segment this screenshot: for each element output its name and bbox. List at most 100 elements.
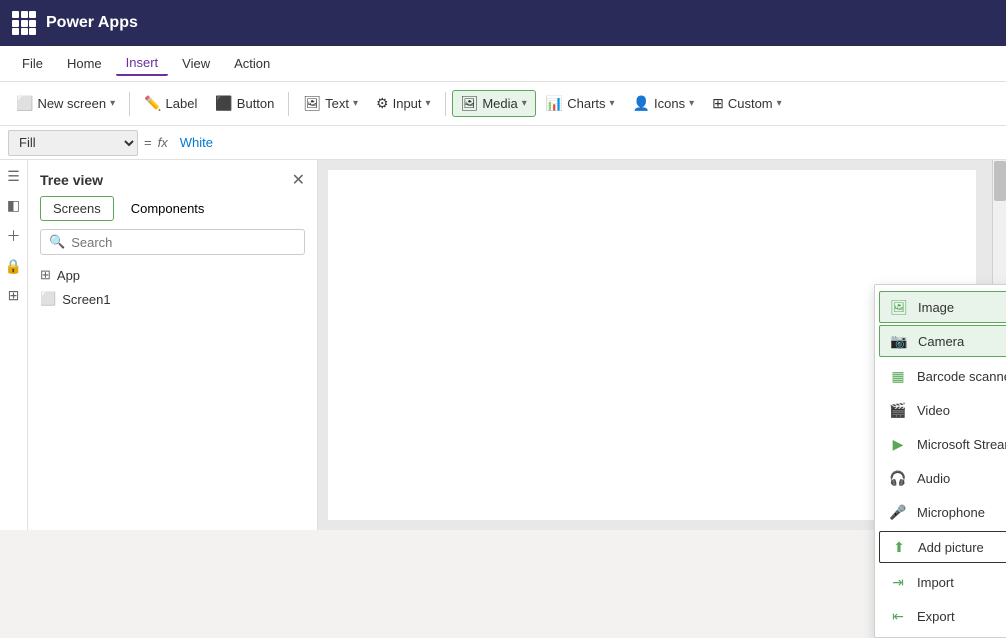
microphone-label: Microphone xyxy=(917,505,985,520)
menu-action[interactable]: Action xyxy=(224,52,280,75)
formula-bar: Fill = fx White xyxy=(0,126,1006,160)
dropdown-item-video[interactable]: 🎬 Video xyxy=(875,393,1006,427)
tree-item-app[interactable]: ⊞ App xyxy=(28,263,317,287)
app-title: Power Apps xyxy=(46,14,138,32)
media-label: Media xyxy=(482,96,517,111)
charts-label: Charts xyxy=(567,96,605,111)
image-label: Image xyxy=(918,300,954,315)
tab-screens[interactable]: Screens xyxy=(40,196,114,221)
search-input[interactable] xyxy=(71,235,296,250)
media-chevron: ▾ xyxy=(522,98,527,109)
add-picture-label: Add picture xyxy=(918,540,984,555)
label-label: Label xyxy=(166,96,198,111)
formula-value: White xyxy=(174,135,213,150)
lock-icon[interactable]: 🔒 xyxy=(5,258,22,275)
fx-label: fx xyxy=(158,135,168,150)
sidebar-header: Tree view ✕ xyxy=(28,160,317,196)
dropdown-item-stream[interactable]: ▶ Microsoft Stream xyxy=(875,427,1006,461)
menu-insert[interactable]: Insert xyxy=(116,51,169,76)
sidebar-tabs: Screens Components xyxy=(28,196,317,221)
text-label: Text xyxy=(325,96,349,111)
barcode-label: Barcode scanner xyxy=(917,369,1006,384)
menu-view[interactable]: View xyxy=(172,52,220,75)
input-icon: ⚙ xyxy=(376,95,389,112)
custom-button[interactable]: ⊞ Custom ▾ xyxy=(704,91,790,116)
plus-icon[interactable]: ＋ xyxy=(7,226,21,246)
icons-icon: 👤 xyxy=(633,95,650,112)
equals-sign: = xyxy=(144,135,152,150)
icons-button[interactable]: 👤 Icons ▾ xyxy=(625,91,703,116)
custom-chevron: ▾ xyxy=(777,98,782,109)
audio-icon: 🎧 xyxy=(889,469,907,487)
toolbar: ⬜ New screen ▾ ✏️ Label ⬛ Button 🖼 Text … xyxy=(0,82,1006,126)
import-icon: ⇥ xyxy=(889,573,907,591)
menu-file[interactable]: File xyxy=(12,52,53,75)
new-screen-chevron: ▾ xyxy=(110,98,115,109)
import-label: Import xyxy=(917,575,954,590)
custom-label: Custom xyxy=(728,96,773,111)
menu-home[interactable]: Home xyxy=(57,52,112,75)
button-icon: ⬛ xyxy=(215,95,232,112)
video-icon: 🎬 xyxy=(889,401,907,419)
screen1-label: Screen1 xyxy=(62,292,110,307)
dropdown-item-camera[interactable]: 📷 Camera xyxy=(879,325,1006,357)
camera-label: Camera xyxy=(918,334,964,349)
new-screen-icon: ⬜ xyxy=(16,95,33,112)
data-icon[interactable]: ⊞ xyxy=(8,287,20,304)
new-screen-label: New screen xyxy=(37,96,106,111)
sidebar-search-container: 🔍 xyxy=(40,229,305,255)
dropdown-item-image[interactable]: 🖼 Image xyxy=(879,291,1006,323)
stream-icon: ▶ xyxy=(889,435,907,453)
title-bar: Power Apps xyxy=(0,0,1006,46)
left-strip: ☰ ◧ ＋ 🔒 ⊞ xyxy=(0,160,28,530)
label-button[interactable]: ✏️ Label xyxy=(136,91,205,116)
charts-chevron: ▾ xyxy=(610,98,615,109)
barcode-icon: ▦ xyxy=(889,367,907,385)
dropdown-item-audio[interactable]: 🎧 Audio xyxy=(875,461,1006,495)
input-button[interactable]: ⚙ Input ▾ xyxy=(368,91,439,116)
sep1 xyxy=(129,92,130,116)
sidebar: Tree view ✕ Screens Components 🔍 ⊞ App ⬜… xyxy=(28,160,318,530)
dropdown-item-add-picture[interactable]: ⬆ Add picture xyxy=(879,531,1006,563)
search-icon: 🔍 xyxy=(49,234,65,250)
text-chevron: ▾ xyxy=(353,98,358,109)
main-area: ☰ ◧ ＋ 🔒 ⊞ Tree view ✕ Screens Components… xyxy=(0,160,1006,530)
dropdown-item-import[interactable]: ⇥ Import xyxy=(875,565,1006,599)
app-label: App xyxy=(57,268,80,283)
icons-label: Icons xyxy=(654,96,685,111)
custom-icon: ⊞ xyxy=(712,95,724,112)
sidebar-title: Tree view xyxy=(40,172,103,188)
waffle-icon[interactable] xyxy=(12,11,36,35)
dropdown-item-microphone[interactable]: 🎤 Microphone xyxy=(875,495,1006,529)
dropdown-item-export[interactable]: ⇤ Export xyxy=(875,599,1006,633)
button-button[interactable]: ⬛ Button xyxy=(207,91,282,116)
dropdown-item-barcode[interactable]: ▦ Barcode scanner xyxy=(875,359,1006,393)
fill-select[interactable]: Fill xyxy=(8,130,138,156)
layers-icon[interactable]: ◧ xyxy=(7,197,20,214)
canvas-scrollbar-thumb[interactable] xyxy=(994,161,1006,201)
menu-bar: File Home Insert View Action xyxy=(0,46,1006,82)
hamburger-icon[interactable]: ☰ xyxy=(7,168,20,185)
canvas-area: 🖼 Image 📷 Camera ▦ Barcode scanner 🎬 Vid… xyxy=(318,160,1006,530)
media-button[interactable]: 🖼 Media ▾ xyxy=(452,90,536,117)
tree-item-screen1[interactable]: ⬜ Screen1 xyxy=(28,287,317,311)
button-label: Button xyxy=(237,96,275,111)
export-icon: ⇤ xyxy=(889,607,907,625)
sidebar-close-button[interactable]: ✕ xyxy=(292,170,305,190)
sep2 xyxy=(288,92,289,116)
new-screen-button[interactable]: ⬜ New screen ▾ xyxy=(8,91,123,116)
charts-button[interactable]: 📊 Charts ▾ xyxy=(538,91,623,116)
audio-label: Audio xyxy=(917,471,950,486)
image-icon: 🖼 xyxy=(890,298,908,316)
stream-label: Microsoft Stream xyxy=(917,437,1006,452)
input-chevron: ▾ xyxy=(426,98,431,109)
video-label: Video xyxy=(917,403,950,418)
app-icon: ⊞ xyxy=(40,267,51,283)
add-picture-icon: ⬆ xyxy=(890,538,908,556)
export-label: Export xyxy=(917,609,955,624)
text-button[interactable]: 🖼 Text ▾ xyxy=(295,91,366,116)
text-icon: 🖼 xyxy=(303,95,321,112)
tab-components[interactable]: Components xyxy=(118,196,218,221)
label-icon: ✏️ xyxy=(144,95,161,112)
microphone-icon: 🎤 xyxy=(889,503,907,521)
